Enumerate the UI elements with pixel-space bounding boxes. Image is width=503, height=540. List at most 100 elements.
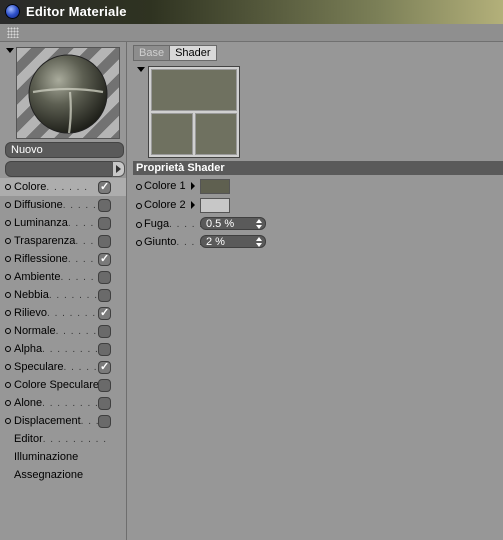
channel-label: Trasparenza xyxy=(14,235,76,247)
prop-label-text: Colore 2 xyxy=(144,199,186,211)
shader-properties-header: Proprietà Shader xyxy=(133,161,503,175)
dropdown-arrow-icon[interactable] xyxy=(112,161,125,177)
channel-checkbox[interactable] xyxy=(98,343,111,356)
number-field[interactable]: 0.5 % xyxy=(200,217,266,230)
channel-dot-icon xyxy=(5,400,11,406)
channel-checkbox[interactable] xyxy=(98,217,111,230)
channel-leader: . . . xyxy=(80,416,100,427)
channel-checkbox[interactable] xyxy=(98,358,111,376)
prop-giunto: Giunto. . . .2 % xyxy=(133,234,333,250)
channel-speculare[interactable]: Speculare. . . . . xyxy=(0,358,126,376)
shader-panel: Base Shader Proprietà Shader Colore 1 Colo… xyxy=(128,42,503,540)
tile-top xyxy=(151,69,237,111)
channel-trasparenza[interactable]: Trasparenza. . . . xyxy=(0,232,126,250)
channel-checkbox[interactable] xyxy=(98,289,111,302)
toolbar xyxy=(0,24,503,42)
prop-label: Giunto. . . . xyxy=(144,234,203,251)
channel-nebbia[interactable]: Nebbia. . . . . . . xyxy=(0,286,126,304)
prop-leader: . . . . xyxy=(176,237,203,248)
preview-menu-icon[interactable] xyxy=(6,48,14,53)
channel-checkbox[interactable] xyxy=(98,415,111,428)
channel-leader: . . . . . . xyxy=(55,326,98,337)
channel-leader: . . . . . xyxy=(63,362,98,373)
channel-dot-icon xyxy=(5,202,11,208)
channel-checkbox[interactable] xyxy=(98,250,111,268)
channel-dot-icon xyxy=(5,310,11,316)
channel-riflessione[interactable]: Riflessione. . . . . xyxy=(0,250,126,268)
expand-arrow-icon[interactable] xyxy=(191,201,195,209)
channel-leader: . . . . . . . . xyxy=(42,344,99,355)
channel-dot-icon xyxy=(5,382,11,388)
channel-dot-icon xyxy=(5,274,11,280)
channel-leader: . . . . . . . . xyxy=(42,398,99,409)
channel-label: Alpha xyxy=(14,343,43,355)
channel-leader: . . . . . . . . xyxy=(47,308,104,319)
prop-colore-1: Colore 1 xyxy=(133,178,333,194)
prop-label-text: Colore 1 xyxy=(144,180,186,192)
number-field[interactable]: 2 % xyxy=(200,235,266,248)
spinner-arrows-icon[interactable] xyxy=(256,237,262,248)
channel-checkbox[interactable] xyxy=(98,199,111,212)
channel-displacement[interactable]: Displacement. . . xyxy=(0,412,126,430)
number-value: 0.5 % xyxy=(206,218,235,230)
channel-dot-icon xyxy=(5,292,11,298)
channel-dot-icon xyxy=(5,346,11,352)
channel-normale[interactable]: Normale. . . . . . xyxy=(0,322,126,340)
tile-bottom-right xyxy=(195,113,237,155)
channel-checkbox[interactable] xyxy=(98,235,111,248)
prop-label: Colore 1 xyxy=(144,178,186,194)
item-leader: . . . . . . . . . xyxy=(42,434,107,445)
prop-leader: . . . . . xyxy=(169,219,204,230)
channel-dot-icon xyxy=(5,328,11,334)
channel-dot-icon xyxy=(5,364,11,370)
number-value: 2 % xyxy=(206,236,225,248)
prop-label-text: Giunto xyxy=(144,236,177,248)
channel-luminanza[interactable]: Luminanza. . . . . xyxy=(0,214,126,232)
channel-diffusione[interactable]: Diffusione. . . . . . xyxy=(0,196,126,214)
channel-dot-icon xyxy=(5,256,11,262)
prop-label: Colore 2 xyxy=(144,197,186,213)
color-swatch[interactable] xyxy=(200,198,230,213)
tab-shader[interactable]: Shader xyxy=(169,45,217,61)
channel-checkbox[interactable] xyxy=(98,397,111,410)
channel-ambiente[interactable]: Ambiente. . . . . . xyxy=(0,268,126,286)
grip-icon[interactable] xyxy=(7,27,19,38)
channel-label: Nebbia xyxy=(14,289,49,301)
item-label: Assegnazione xyxy=(14,469,84,481)
app-sphere-icon[interactable] xyxy=(5,4,20,19)
channel-colore-speculare[interactable]: Colore Speculare xyxy=(0,376,126,394)
item-editor[interactable]: Editor. . . . . . . . . xyxy=(0,430,126,448)
channel-leader: . . . . . . . xyxy=(48,290,98,301)
channel-checkbox[interactable] xyxy=(98,379,111,392)
tab-base[interactable]: Base xyxy=(133,45,171,61)
item-illuminazione[interactable]: Illuminazione xyxy=(0,448,126,466)
channel-label: Normale xyxy=(14,325,56,337)
shader-menu-icon[interactable] xyxy=(137,67,145,72)
channel-rilievo[interactable]: Rilievo. . . . . . . . xyxy=(0,304,126,322)
expand-arrow-icon[interactable] xyxy=(191,182,195,190)
color-swatch[interactable] xyxy=(200,179,230,194)
channel-label: Alone xyxy=(14,397,43,409)
channel-label: Colore Speculare xyxy=(14,379,99,391)
prop-dot-icon xyxy=(136,240,142,246)
channel-label: Diffusione xyxy=(14,199,63,211)
channel-checkbox[interactable] xyxy=(98,325,111,338)
channel-colore[interactable]: Colore. . . . . . xyxy=(0,178,126,196)
prop-dot-icon xyxy=(136,184,142,190)
channel-checkbox[interactable] xyxy=(98,178,111,196)
tile-bottom-left xyxy=(151,113,193,155)
shader-preview[interactable] xyxy=(148,66,240,158)
material-sphere-icon xyxy=(28,54,108,134)
channel-label: Riflessione xyxy=(14,253,68,265)
channel-checkbox[interactable] xyxy=(98,271,111,284)
item-assegnazione[interactable]: Assegnazione xyxy=(0,466,126,484)
prop-label-text: Fuga xyxy=(144,218,170,230)
channel-checkbox[interactable] xyxy=(98,304,111,322)
channel-alpha[interactable]: Alpha. . . . . . . . xyxy=(0,340,126,358)
material-preview[interactable] xyxy=(16,47,120,139)
material-dropdown[interactable] xyxy=(5,161,114,177)
material-name-field[interactable]: Nuovo xyxy=(5,142,124,158)
prop-dot-icon xyxy=(136,222,142,228)
spinner-arrows-icon[interactable] xyxy=(256,219,262,230)
channel-alone[interactable]: Alone. . . . . . . . xyxy=(0,394,126,412)
